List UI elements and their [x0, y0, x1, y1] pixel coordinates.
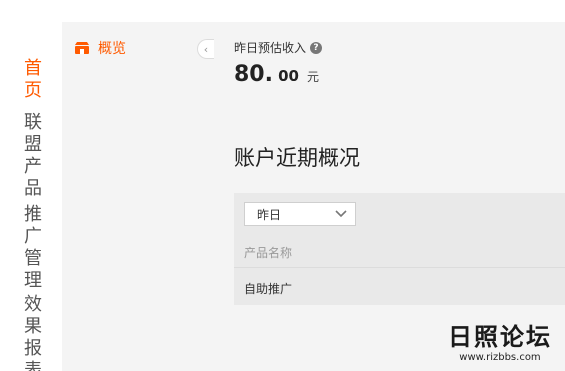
secondary-nav: 概览	[62, 22, 214, 371]
income-value: 80. 00 元	[234, 62, 319, 87]
column-header-product-name: 产品名称	[244, 246, 293, 260]
watermark-url: www.rizbbs.com	[459, 352, 541, 363]
help-icon[interactable]: ?	[310, 41, 323, 54]
account-overview-panel: 昨日 产品名称 自助推广	[234, 193, 565, 305]
watermark: 日照论坛 www.rizbbs.com	[440, 323, 560, 369]
store-icon	[74, 41, 90, 55]
income-value-decimal: 00	[278, 67, 299, 85]
table-row: 自助推广	[244, 282, 293, 296]
main-content: 昨日预估收入 ? 80. 00 元 账户近期概况 昨日 产品名称 自助推广	[214, 22, 565, 371]
period-select-value: 昨日	[257, 207, 282, 222]
nav-promotion-management[interactable]: 推广管理	[22, 204, 44, 292]
nav-union-products[interactable]: 联盟产品	[22, 112, 44, 200]
nav-effect-reports[interactable]: 效果报表	[22, 294, 44, 371]
subnav-item-label: 概览	[98, 41, 126, 57]
row-divider	[234, 267, 565, 268]
chevron-down-icon	[335, 208, 347, 221]
period-select[interactable]: 昨日	[244, 202, 356, 226]
income-unit: 元	[307, 70, 320, 84]
top-bar	[0, 0, 565, 22]
chevron-left-icon: ‹	[203, 42, 209, 56]
primary-nav: 首页 联盟产品 推广管理 效果报表	[0, 22, 62, 371]
watermark-title: 日照论坛	[448, 323, 552, 351]
nav-home[interactable]: 首页	[22, 58, 44, 102]
income-label: 昨日预估收入	[234, 41, 307, 55]
income-value-integer: 80.	[234, 62, 273, 87]
section-title: 账户近期概况	[234, 146, 360, 170]
subnav-item-overview[interactable]: 概览	[74, 39, 126, 57]
income-label-row: 昨日预估收入 ?	[234, 39, 323, 56]
collapse-sidebar-button[interactable]: ‹	[197, 39, 214, 59]
